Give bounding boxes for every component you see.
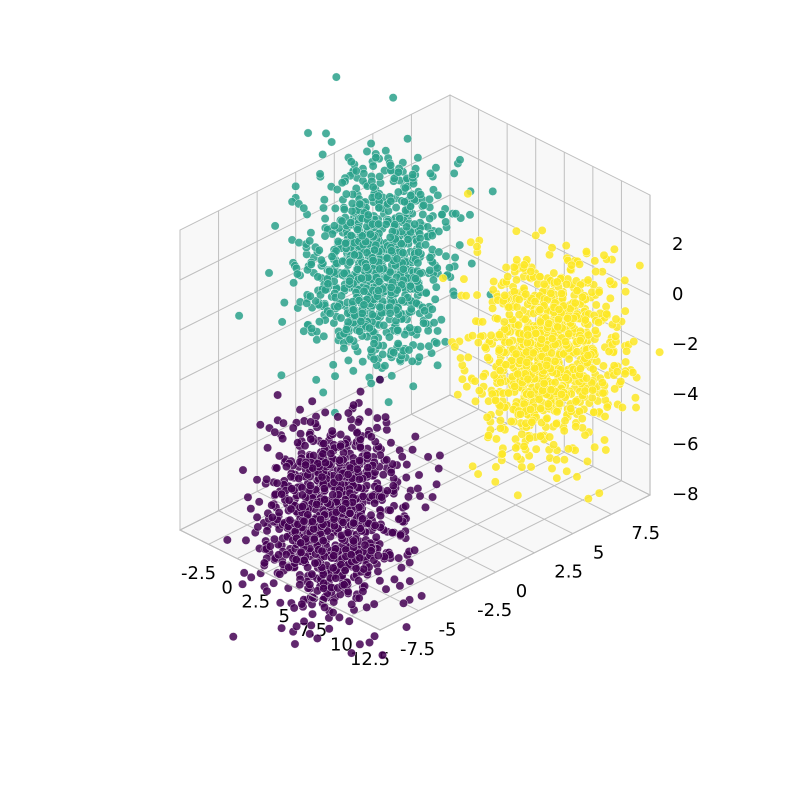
axis-tick: -2.5 [477,600,512,621]
axis-tick: 0 [672,284,683,305]
axis-tick: -5 [439,620,457,641]
axis-tick: −4 [672,384,699,405]
axis-tick: −2 [672,334,699,355]
scatter3d-svg: -2.502.557.51012.5-7.5-5-2.502.557.5−8−6… [0,0,811,792]
axis-tick: 5 [593,542,604,563]
axis-tick: 2.5 [554,562,583,583]
axis-tick: 7.5 [631,523,660,544]
scatter3d-chart: -2.502.557.51012.5-7.5-5-2.502.557.5−8−6… [0,0,811,792]
axis-tick: 2 [672,234,683,255]
axis-tick: −6 [672,434,699,455]
axis-tick: 0 [221,577,232,598]
axis-tick: -7.5 [400,639,435,660]
axis-tick: −8 [672,484,699,505]
axis-tick: 5 [279,606,290,627]
axis-tick: 0 [516,581,527,602]
axis-tick: -2.5 [181,563,216,584]
